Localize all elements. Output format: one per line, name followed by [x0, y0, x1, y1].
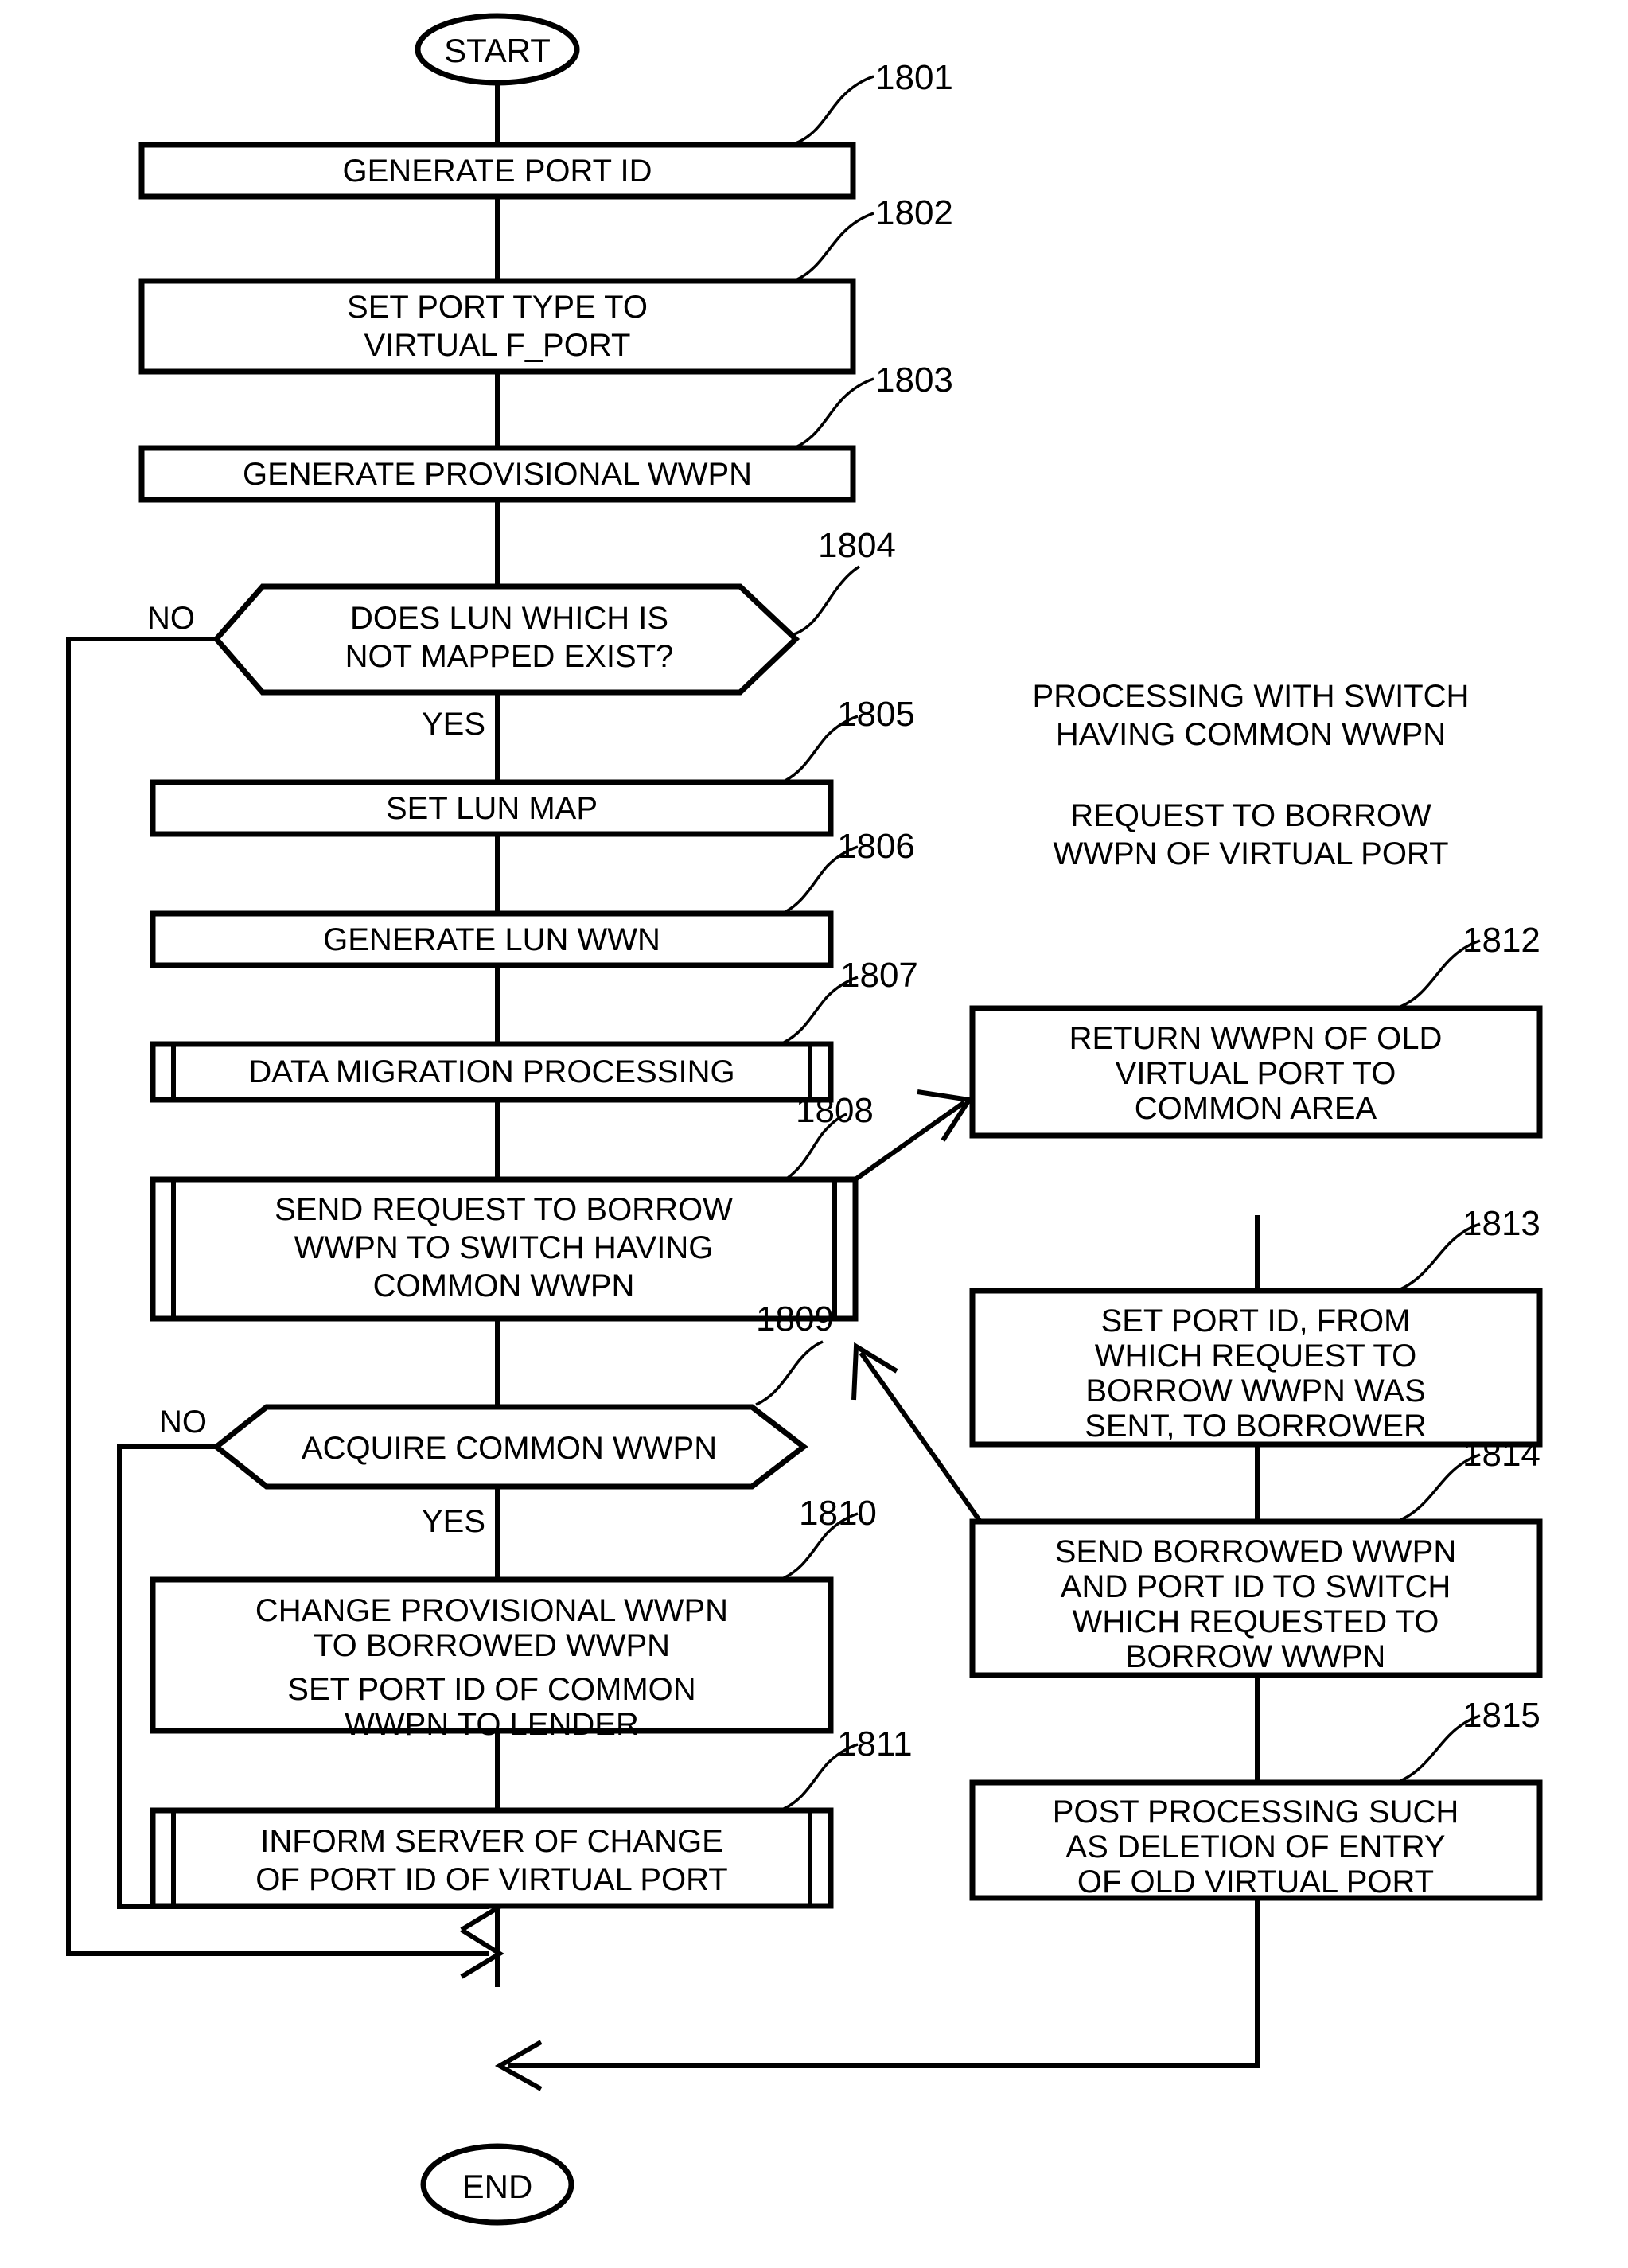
- leader-1804: [791, 565, 860, 637]
- ref-1804: 1804: [818, 526, 896, 565]
- figure-canvas: START GENERATE PORT ID 1801 SET PORT TYP…: [0, 0, 1628, 2268]
- box-1807-line-0: DATA MIGRATION PROCESSING: [248, 1054, 734, 1089]
- ref-1809: 1809: [756, 1300, 834, 1339]
- node-1806: GENERATE LUN WWN 1806: [150, 827, 915, 968]
- box-1813-line-2: BORROW WWPN WAS: [1085, 1374, 1425, 1409]
- box-1810-line-4: WWPN TO LENDER: [345, 1707, 639, 1742]
- box-1813-line-0: SET PORT ID, FROM: [1101, 1304, 1411, 1339]
- node-1807: DATA MIGRATION PROCESSING 1807: [150, 956, 918, 1103]
- ref-1807: 1807: [840, 956, 918, 995]
- box-1814-line-3: BORROW WWPN: [1126, 1639, 1386, 1674]
- ref-1814: 1814: [1462, 1435, 1540, 1474]
- branch-label-1809-no: NO: [159, 1405, 207, 1440]
- node-1812: RETURN WWPN OF OLD VIRTUAL PORT TO COMMO…: [969, 921, 1543, 1139]
- box-1808-line-0: SEND REQUEST TO BORROW: [275, 1192, 733, 1227]
- note-0-line-1: HAVING COMMON WWPN: [1056, 717, 1446, 752]
- node-1801: GENERATE PORT ID 1801: [138, 58, 953, 200]
- box-1803-line-0: GENERATE PROVISIONAL WWPN: [243, 457, 752, 492]
- box-1810-line-3: SET PORT ID OF COMMON: [287, 1672, 695, 1707]
- flowchart-18: START GENERATE PORT ID 1801 SET PORT TYP…: [66, 13, 1543, 2226]
- box-1810-line-1: TO BORROWED WWPN: [314, 1628, 670, 1663]
- decision-1809-line-0: ACQUIRE COMMON WWPN: [302, 1431, 717, 1466]
- box-1814-line-2: WHICH REQUESTED TO: [1073, 1604, 1439, 1639]
- leader-1802: [795, 212, 874, 282]
- node-1804: DOES LUN WHICH IS NOT MAPPED EXIST? NO Y…: [147, 526, 896, 742]
- box-1814-line-1: AND PORT ID TO SWITCH: [1061, 1569, 1451, 1604]
- decision-1804-line-0: DOES LUN WHICH IS: [350, 601, 668, 636]
- box-1811-line-1: OF PORT ID OF VIRTUAL PORT: [255, 1862, 727, 1897]
- node-1808: SEND REQUEST TO BORROW WWPN TO SWITCH HA…: [150, 1091, 874, 1322]
- box-1812-line-1: VIRTUAL PORT TO: [1116, 1056, 1396, 1091]
- box-1811-line-0: INFORM SERVER OF CHANGE: [260, 1824, 723, 1859]
- box-1812-line-0: RETURN WWPN OF OLD: [1069, 1021, 1443, 1056]
- ref-1810: 1810: [799, 1494, 877, 1533]
- ref-1805: 1805: [837, 695, 915, 734]
- decision-1804-line-1: NOT MAPPED EXIST?: [345, 639, 674, 674]
- leader-1803: [795, 377, 874, 449]
- node-1803: GENERATE PROVISIONAL WWPN 1803: [138, 360, 953, 503]
- ref-1808: 1808: [796, 1091, 874, 1130]
- ref-1812: 1812: [1462, 921, 1540, 960]
- box-1815-line-1: AS DELETION OF ENTRY: [1065, 1830, 1445, 1865]
- box-1810-line-0: CHANGE PROVISIONAL WWPN: [255, 1593, 728, 1628]
- box-1802-line-1: VIRTUAL F_PORT: [364, 328, 631, 363]
- note-request-borrow: REQUEST TO BORROW WWPN OF VIRTUAL PORT: [1053, 798, 1448, 871]
- branch-label-1804-no: NO: [147, 601, 195, 636]
- ref-1803: 1803: [875, 360, 953, 399]
- node-1802: SET PORT TYPE TO VIRTUAL F_PORT 1802: [138, 193, 953, 375]
- end-label: END: [462, 2168, 533, 2205]
- box-1802-line-0: SET PORT TYPE TO: [347, 290, 648, 325]
- box-1814-line-0: SEND BORROWED WWPN: [1055, 1534, 1456, 1569]
- node-1810: CHANGE PROVISIONAL WWPN TO BORROWED WWPN…: [150, 1494, 877, 1742]
- node-1805: SET LUN MAP 1805: [150, 695, 915, 837]
- leader-1801: [795, 75, 874, 145]
- box-1808-line-2: COMMON WWPN: [373, 1268, 635, 1304]
- note-processing-switch: PROCESSING WITH SWITCH HAVING COMMON WWP…: [1033, 679, 1470, 752]
- ref-1813: 1813: [1462, 1204, 1540, 1243]
- box-1815-line-2: OF OLD VIRTUAL PORT: [1077, 1865, 1434, 1900]
- conn-1815-to-merge: [508, 1894, 1260, 2068]
- note-1-line-0: REQUEST TO BORROW: [1070, 798, 1431, 833]
- node-1811: INFORM SERVER OF CHANGE OF PORT ID OF VI…: [150, 1724, 913, 1909]
- leader-1809: [755, 1340, 824, 1406]
- note-0-line-0: PROCESSING WITH SWITCH: [1033, 679, 1470, 714]
- ref-1806: 1806: [837, 827, 915, 866]
- node-end: END: [420, 2143, 574, 2226]
- ref-1815: 1815: [1462, 1696, 1540, 1735]
- box-1801-line-0: GENERATE PORT ID: [343, 154, 652, 189]
- ref-1811: 1811: [837, 1724, 913, 1763]
- box-1805-line-0: SET LUN MAP: [386, 791, 598, 826]
- ref-1801: 1801: [875, 58, 953, 97]
- box-1815-line-0: POST PROCESSING SUCH: [1053, 1795, 1459, 1830]
- ref-1802: 1802: [875, 193, 953, 232]
- conn-1814-to-1809: [859, 1351, 983, 1523]
- branch-label-1809-yes: YES: [422, 1504, 485, 1539]
- box-1812-line-2: COMMON AREA: [1135, 1091, 1377, 1126]
- box-1813-line-3: SENT, TO BORROWER: [1085, 1409, 1427, 1444]
- note-1-line-1: WWPN OF VIRTUAL PORT: [1053, 836, 1448, 871]
- box-1806-line-0: GENERATE LUN WWN: [323, 922, 660, 957]
- box-1813-line-1: WHICH REQUEST TO: [1095, 1339, 1417, 1374]
- node-start: START: [415, 13, 580, 86]
- start-label: START: [444, 32, 551, 69]
- box-1808-line-1: WWPN TO SWITCH HAVING: [294, 1230, 714, 1265]
- branch-label-1804-yes: YES: [422, 707, 485, 742]
